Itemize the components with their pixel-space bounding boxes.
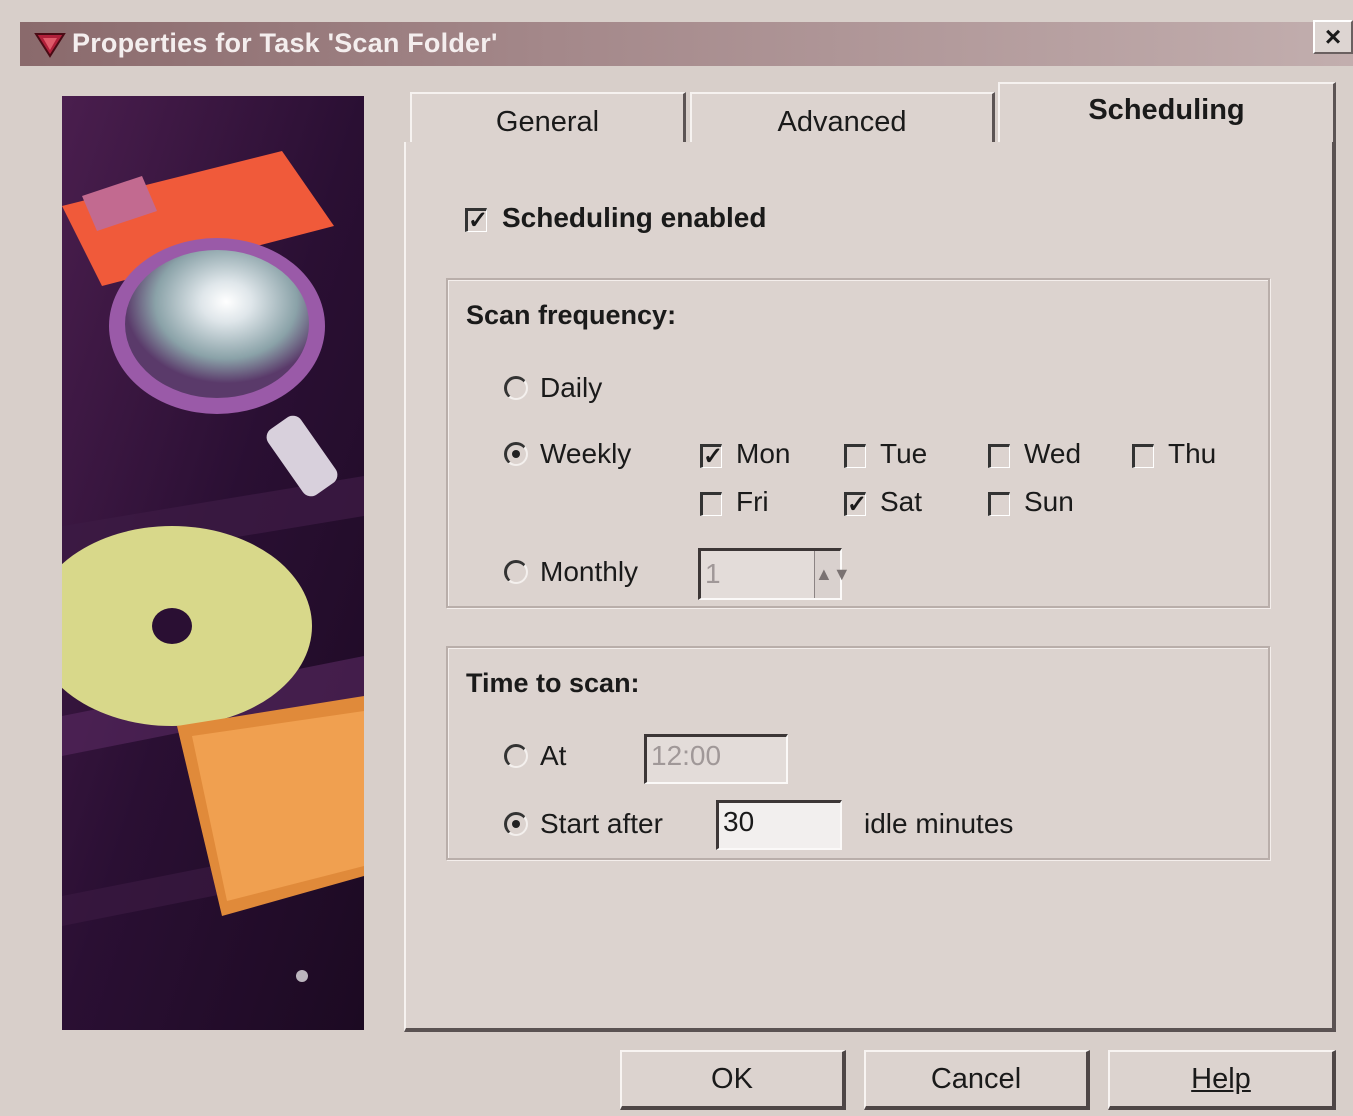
- start-after-radio[interactable]: [504, 812, 528, 836]
- app-logo-icon: [34, 33, 66, 58]
- monthly-day-select[interactable]: 1 ▲▼: [698, 548, 851, 600]
- title-bar: Properties for Task 'Scan Folder': [20, 22, 1353, 66]
- daily-radio[interactable]: [504, 376, 528, 400]
- monthly-radio[interactable]: [504, 560, 528, 584]
- idle-minutes-label: idle minutes: [864, 808, 1014, 839]
- day-fri-label: Fri: [736, 486, 769, 517]
- close-button[interactable]: ×: [1313, 20, 1353, 54]
- weekly-radio[interactable]: [504, 442, 528, 466]
- day-sat-checkbox[interactable]: ✓: [844, 492, 867, 517]
- weekly-label: Weekly: [540, 438, 632, 469]
- day-wed-checkbox[interactable]: [988, 444, 1010, 468]
- spin-arrows-icon[interactable]: ▲▼: [814, 551, 851, 598]
- tab-advanced[interactable]: Advanced: [690, 92, 995, 142]
- tab-general[interactable]: General: [410, 92, 686, 142]
- day-sun-label: Sun: [1024, 486, 1074, 517]
- day-sat-label: Sat: [880, 486, 923, 517]
- decorative-artwork: [62, 96, 364, 1030]
- cancel-button[interactable]: Cancel: [864, 1050, 1090, 1110]
- tab-scheduling[interactable]: Scheduling: [998, 82, 1336, 144]
- scheduling-enabled-checkbox[interactable]: ✓: [465, 208, 488, 233]
- start-after-input[interactable]: 30: [716, 800, 842, 850]
- day-sun-checkbox[interactable]: [988, 492, 1010, 516]
- at-time-input[interactable]: 12:00: [644, 734, 788, 784]
- day-mon-checkbox[interactable]: ✓: [700, 444, 723, 469]
- day-mon-label: Mon: [736, 438, 791, 469]
- day-thu-checkbox[interactable]: [1132, 444, 1154, 468]
- artwork-image: [62, 96, 364, 1030]
- ok-button[interactable]: OK: [620, 1050, 846, 1110]
- at-time-label: At: [540, 740, 567, 771]
- scan-frequency-title: Scan frequency:: [466, 300, 677, 330]
- day-tue-label: Tue: [880, 438, 928, 469]
- scheduling-enabled-label: Scheduling enabled: [502, 202, 767, 233]
- monthly-day-value: 1: [705, 558, 721, 589]
- day-wed-label: Wed: [1024, 438, 1082, 469]
- at-time-radio[interactable]: [504, 744, 528, 768]
- day-thu-label: Thu: [1168, 438, 1217, 469]
- time-to-scan-title: Time to scan:: [466, 668, 640, 698]
- monthly-label: Monthly: [540, 556, 639, 587]
- window-title: Properties for Task 'Scan Folder': [72, 28, 498, 58]
- day-tue-checkbox[interactable]: [844, 444, 866, 468]
- start-after-label: Start after: [540, 808, 663, 839]
- help-button[interactable]: Help: [1108, 1050, 1336, 1110]
- daily-label: Daily: [540, 372, 603, 403]
- day-fri-checkbox[interactable]: [700, 492, 722, 516]
